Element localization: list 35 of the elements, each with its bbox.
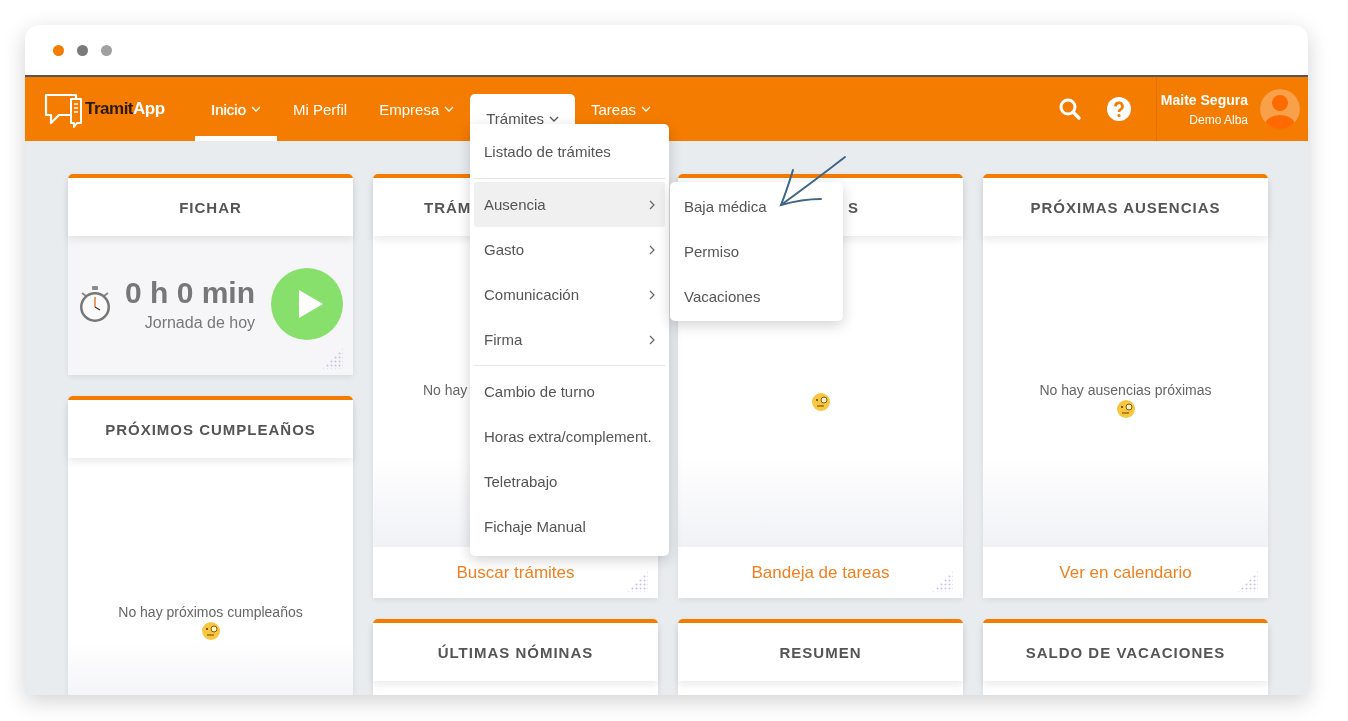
card-title: S xyxy=(848,198,859,216)
avatar-icon[interactable] xyxy=(1260,89,1300,129)
menu-item[interactable]: Baja médica xyxy=(670,184,843,229)
menu-item[interactable]: Fichaje Manual xyxy=(474,504,665,549)
menu-item[interactable]: Horas extra/complement. xyxy=(474,414,665,459)
play-button[interactable] xyxy=(271,266,344,342)
card-title: PRÓXIMAS AUSENCIAS xyxy=(1030,198,1221,216)
empty-message: No hay ausencias próximas xyxy=(1039,382,1212,398)
window-dot[interactable] xyxy=(77,44,88,56)
logo-text: TramitApp xyxy=(85,99,165,119)
empty-message: No hay xyxy=(423,382,468,398)
card-title: SALDO DE VACACIONES xyxy=(1025,643,1226,661)
menu-item[interactable]: Gasto xyxy=(474,227,665,272)
menu-item[interactable]: Firma xyxy=(474,317,665,362)
menu-item[interactable]: Vacaciones xyxy=(670,274,843,319)
window-dot[interactable] xyxy=(101,44,112,56)
stopwatch-icon xyxy=(77,285,113,323)
elapsed-time: 0 h 0 min xyxy=(125,276,256,310)
search-icon[interactable] xyxy=(1058,97,1082,121)
company-name: Demo Alba xyxy=(1189,112,1248,127)
menu-item[interactable]: Teletrabajo xyxy=(474,459,665,504)
menu-item[interactable]: Permiso xyxy=(670,229,843,274)
card-title: FICHAR xyxy=(179,198,242,216)
card-title: TRÁM xyxy=(424,198,472,216)
help-icon[interactable] xyxy=(1107,97,1131,121)
card-title: PRÓXIMOS CUMPLEAÑOS xyxy=(105,420,316,438)
menu-item[interactable]: Ausencia xyxy=(474,182,665,227)
empty-message: No hay próximos cumpleaños xyxy=(118,604,303,620)
card-title: RESUMEN xyxy=(779,643,862,661)
card-title: ÚLTIMAS NÓMINAS xyxy=(437,643,594,661)
menu-item[interactable]: Comunicación xyxy=(474,272,665,317)
user-name: Maite Segura xyxy=(1160,91,1248,108)
caption: Jornada de hoy xyxy=(144,314,256,332)
menu-item[interactable]: Cambio de turno xyxy=(474,369,665,414)
window-dot[interactable] xyxy=(53,44,64,56)
